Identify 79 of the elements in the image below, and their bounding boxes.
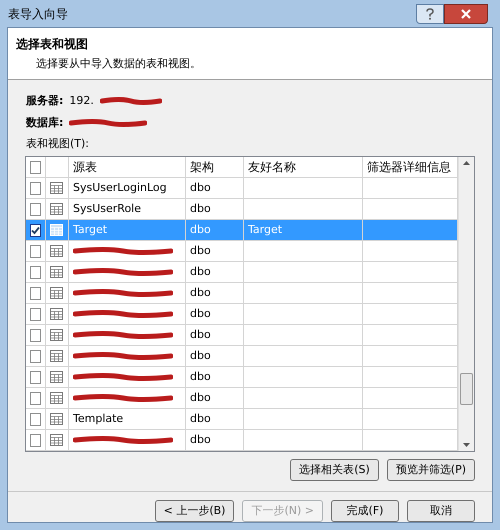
table-icon <box>50 287 63 299</box>
checkbox[interactable] <box>30 350 41 362</box>
table-icon <box>50 329 63 341</box>
database-label: 数据库: <box>26 114 64 131</box>
table-row[interactable]: dbo <box>26 346 458 367</box>
checkbox[interactable] <box>30 434 41 446</box>
window-title: 表导入向导 <box>8 6 68 22</box>
checkbox[interactable] <box>30 412 41 426</box>
page-subtitle: 选择要从中导入数据的表和视图。 <box>35 56 202 72</box>
table-cell-text: Template <box>73 410 124 427</box>
server-value: 192. <box>69 92 94 109</box>
table-cell-text: Target <box>248 222 282 238</box>
table-icon <box>50 203 63 215</box>
close-icon <box>461 8 471 18</box>
column-header[interactable]: 友好名称 <box>244 157 363 178</box>
checkbox[interactable] <box>30 286 41 300</box>
list-label: 表和视图(T): <box>26 136 90 152</box>
checkbox[interactable] <box>30 182 41 194</box>
table-cell-text: dbo <box>190 306 211 322</box>
table-row[interactable]: dbo <box>26 325 458 346</box>
checkbox[interactable] <box>30 224 41 236</box>
checkbox[interactable] <box>30 392 41 404</box>
table-cell-text: dbo <box>190 348 211 364</box>
checkbox[interactable] <box>30 202 41 216</box>
table-row[interactable]: dbo <box>26 262 458 283</box>
table-icon <box>50 392 63 404</box>
checkbox[interactable] <box>30 244 41 258</box>
table-icon <box>50 434 63 446</box>
column-header[interactable]: 架构 <box>186 157 244 178</box>
checkbox[interactable] <box>30 160 41 174</box>
table-row[interactable]: dbo <box>26 304 458 325</box>
table-icon <box>50 413 63 425</box>
table-cell-text: SysUserLoginLog <box>73 180 167 196</box>
table-row[interactable]: dbo <box>26 283 458 304</box>
close-button[interactable] <box>444 4 488 24</box>
table-cell-text: dbo <box>190 200 211 217</box>
table-cell-text: SysUserRole <box>73 200 141 217</box>
table-icon <box>50 182 63 194</box>
table-icon <box>50 245 63 257</box>
table-cell-text: dbo <box>190 368 211 385</box>
table-cell-text: dbo <box>190 410 211 427</box>
checkbox[interactable] <box>30 370 41 384</box>
table-row[interactable]: dbo <box>26 388 458 409</box>
table-row[interactable]: SysUserLoginLog dbo <box>26 178 458 199</box>
table-row[interactable]: Template dbo <box>26 409 458 430</box>
table-cell-text: dbo <box>190 242 211 259</box>
table-cell-text: dbo <box>190 284 211 301</box>
table-icon <box>50 266 63 278</box>
table-row[interactable]: dbo <box>26 367 458 388</box>
nav-button[interactable]: < 上一步(B) <box>154 500 234 522</box>
table-icon <box>50 224 63 236</box>
table-cell-text: dbo <box>190 222 211 238</box>
help-icon <box>426 8 434 20</box>
table-cell-text: dbo <box>190 432 211 448</box>
scroll-down-icon[interactable] <box>463 443 470 447</box>
nav-button[interactable]: 完成(F) <box>331 500 399 522</box>
checkbox[interactable] <box>30 308 41 320</box>
scroll-thumb[interactable] <box>460 373 473 405</box>
table-icon <box>50 350 63 362</box>
scrollbar[interactable] <box>458 157 474 451</box>
scroll-up-icon[interactable] <box>463 161 470 165</box>
table-row[interactable]: dbo <box>26 241 458 262</box>
action-button[interactable]: 预览并筛选(P) <box>386 459 475 481</box>
checkbox[interactable] <box>30 328 41 342</box>
table-row[interactable]: dbo <box>26 430 458 451</box>
checkbox[interactable] <box>30 266 41 278</box>
page-title: 选择表和视图 <box>16 36 89 53</box>
server-label: 服务器: <box>26 92 64 109</box>
table-icon <box>50 308 63 320</box>
table-cell-text: dbo <box>190 264 211 280</box>
table-icon <box>50 371 63 383</box>
table-cell-text: Target <box>73 222 108 238</box>
table-cell-text: dbo <box>190 326 211 343</box>
table-cell-text: dbo <box>190 180 211 196</box>
table-cell-text: dbo <box>190 390 211 406</box>
action-button[interactable]: 选择相关表(S) <box>290 459 379 481</box>
help-button[interactable] <box>416 4 444 24</box>
nav-button[interactable]: 取消 <box>407 500 475 522</box>
column-header[interactable]: 源表 <box>69 157 186 178</box>
